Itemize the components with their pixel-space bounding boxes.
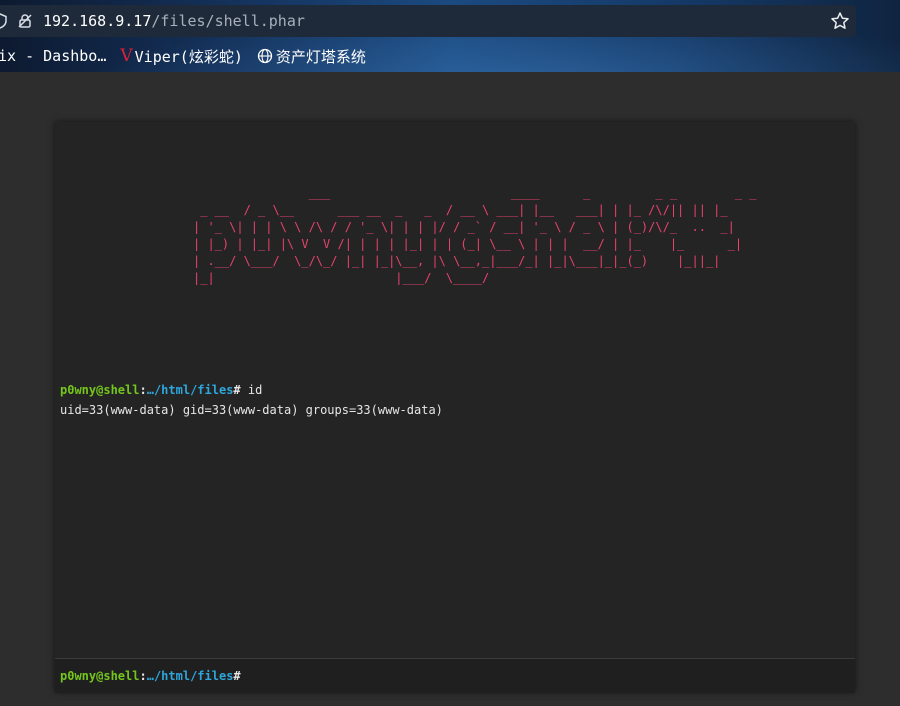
command-output: uid=33(www-data) gid=33(www-data) groups… (60, 403, 443, 417)
lock-strikethrough-icon[interactable] (17, 13, 33, 29)
bookmark-star-icon[interactable] (830, 11, 850, 31)
bookmark-label: Viper(炫彩蛇) (134, 47, 243, 66)
url-path: /files/shell.phar (151, 12, 305, 30)
prompt-path: …/html/files (146, 383, 234, 397)
shield-icon[interactable] (0, 13, 8, 29)
prompt-user: p0wny@shell (60, 669, 140, 683)
prompt-hash: # (233, 669, 241, 683)
address-bar[interactable]: 192.168.9.17/files/shell.phar (0, 5, 856, 37)
globe-icon (257, 48, 273, 64)
prompt-separator: : (139, 383, 147, 397)
prompt-path: …/html/files (146, 669, 234, 683)
bookmark-label: ix - Dashbo… (0, 47, 107, 65)
ascii-banner: ___ ____ _ _ _ _ _ _ __ / _ \__ ___ __ _… (193, 186, 757, 285)
browser-chrome: 192.168.9.17/files/shell.phar ix - Dashb… (0, 0, 900, 72)
history-command-line: p0wny@shell:…/html/files# id (60, 382, 262, 398)
command-text: id (240, 383, 263, 397)
url-text[interactable]: 192.168.9.17/files/shell.phar (43, 12, 305, 30)
prompt-user: p0wny@shell (60, 383, 140, 397)
bookmark-label: 资产灯塔系统 (275, 47, 366, 66)
bookmark-asset-lighthouse[interactable]: 资产灯塔系统 (257, 46, 366, 67)
bookmarks-bar: ix - Dashbo… V Viper(炫彩蛇) 资产灯塔系统 (0, 44, 380, 68)
url-host: 192.168.9.17 (43, 12, 152, 30)
shell-terminal: ___ ____ _ _ _ _ _ _ __ / _ \__ ___ __ _… (55, 122, 855, 693)
current-prompt: p0wny@shell:…/html/files# (60, 668, 241, 684)
viper-v-icon: V (120, 46, 133, 66)
prompt-separator: : (139, 669, 147, 683)
bookmark-viper[interactable]: V Viper(炫彩蛇) (120, 46, 243, 67)
command-input[interactable] (250, 667, 840, 685)
bookmark-dashboard[interactable]: ix - Dashbo… (0, 47, 106, 65)
prompt-hash: # (233, 383, 241, 397)
command-input-area: p0wny@shell:…/html/files# (55, 658, 855, 693)
